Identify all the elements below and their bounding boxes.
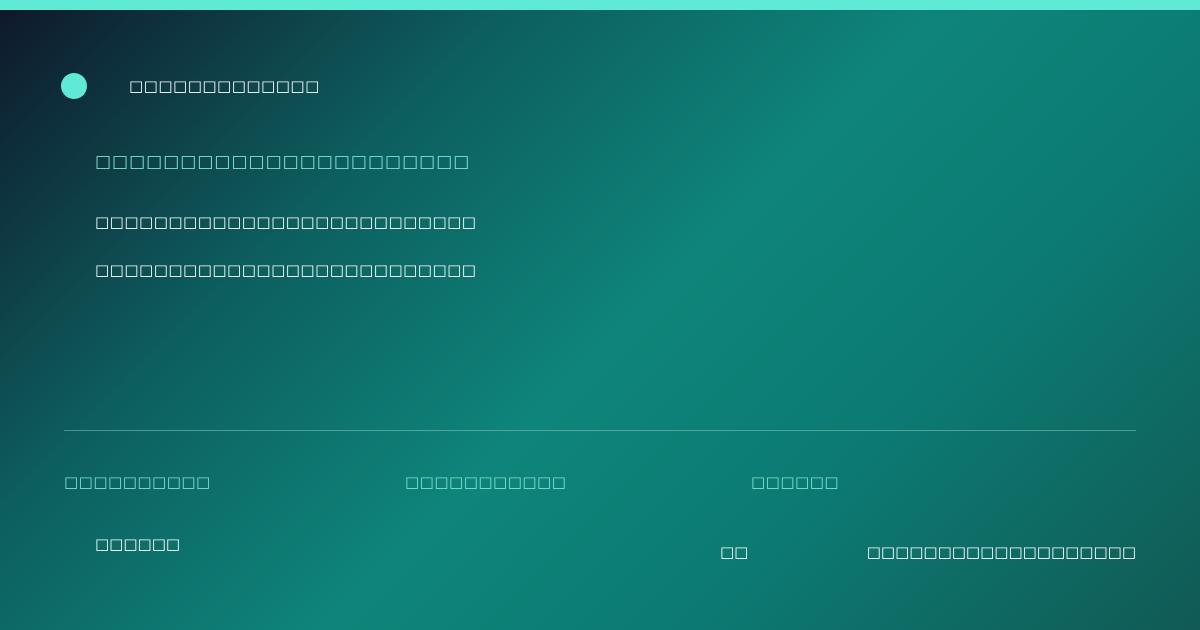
footer-right-text: □□□□□□□□□□□□□□□□□□□ xyxy=(866,543,1136,561)
description-line-1: □□□□□□□□□□□□□□□□□□□□□□□□□□ xyxy=(95,213,477,231)
divider xyxy=(64,430,1136,431)
top-accent-bar xyxy=(0,0,1200,10)
description-line-2: □□□□□□□□□□□□□□□□□□□□□□□□□□ xyxy=(95,261,477,279)
meta-label-1: □□□□□□□□□□ xyxy=(64,473,211,491)
footer-middle-text: □□ xyxy=(720,543,749,561)
meta-label-2: □□□□□□□□□□□ xyxy=(405,473,567,491)
footer-left-text: □□□□□□ xyxy=(95,535,181,553)
brand-name: □□□□□□□□□□□□□ xyxy=(129,77,320,95)
brand: □□□□□□□□□□□□□ xyxy=(61,73,320,99)
headline: □□□□□□□□□□□□□□□□□□□□□□ xyxy=(95,152,471,172)
brand-dot-icon xyxy=(61,73,87,99)
meta-label-3: □□□□□□ xyxy=(751,473,840,491)
